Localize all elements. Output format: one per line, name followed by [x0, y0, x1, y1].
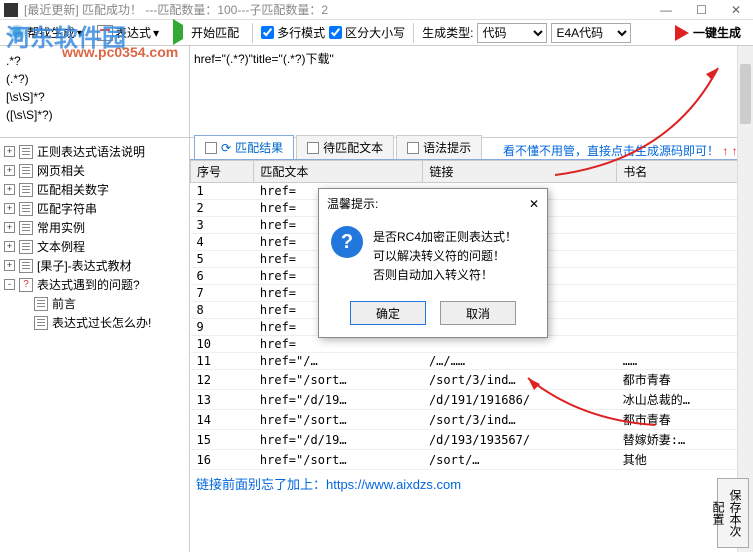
- tree-item[interactable]: +常用实例: [4, 218, 185, 237]
- help-gen-button[interactable]: 帮找生成▾: [4, 21, 88, 44]
- start-match-button[interactable]: 开始匹配: [168, 21, 244, 44]
- doc-icon: [19, 259, 33, 273]
- pattern-snippet[interactable]: (.*?): [6, 72, 183, 86]
- generate-button[interactable]: 一键生成: [667, 24, 749, 41]
- question-icon: ?: [19, 278, 33, 292]
- doc-icon: [34, 297, 48, 311]
- maximize-button[interactable]: ☐: [688, 3, 715, 17]
- column-header[interactable]: 链接: [423, 161, 617, 183]
- table-row[interactable]: 15href="/d/19…/d/193/193567/替嫁娇妻:…: [191, 430, 753, 450]
- column-header[interactable]: 序号: [191, 161, 254, 183]
- expression-button[interactable]: 表达式▾: [92, 21, 164, 44]
- tree-item[interactable]: +网页相关: [4, 161, 185, 180]
- expand-icon[interactable]: +: [4, 222, 15, 233]
- tree-item[interactable]: -?表达式遇到的问题?: [4, 275, 185, 294]
- pattern-snippet[interactable]: ([\s\S]*?): [6, 108, 183, 122]
- doc-icon: [19, 145, 33, 159]
- info-icon: ?: [331, 226, 363, 258]
- dialog-title: 温馨提示:: [327, 195, 378, 212]
- save-config-button[interactable]: 保存本次配置: [717, 478, 749, 548]
- table-row[interactable]: 11href="/…/…/…………: [191, 353, 753, 370]
- separator: [413, 23, 414, 43]
- dialog-close-button[interactable]: ✕: [529, 197, 539, 211]
- expand-icon[interactable]: -: [4, 279, 15, 290]
- table-row[interactable]: 12href="/sort…/sort/3/ind…都市青春: [191, 370, 753, 390]
- expand-icon[interactable]: +: [4, 146, 15, 157]
- play-icon: [173, 19, 183, 45]
- table-row[interactable]: 16href="/sort…/sort/…其他: [191, 450, 753, 470]
- table-header-row: 序号匹配文本链接书名: [191, 161, 753, 183]
- table-row[interactable]: 13href="/d/19…/d/191/191686/冰山总裁的…: [191, 390, 753, 410]
- expand-icon[interactable]: +: [4, 165, 15, 176]
- result-tabs: ⟳ 匹配结果待匹配文本语法提示 看不懂不用管，直接点击生成源码即可！ ↑ ↑ ↑: [190, 138, 753, 160]
- regex-editor[interactable]: href="(.*?)"title="(.*?)下载": [190, 46, 753, 138]
- expand-icon[interactable]: +: [4, 260, 15, 271]
- play-red-icon: [675, 25, 689, 41]
- doc-icon: [19, 202, 33, 216]
- doc-icon: [19, 221, 33, 235]
- tree-item[interactable]: +文本例程: [4, 237, 185, 256]
- column-header[interactable]: 书名: [617, 161, 753, 183]
- expand-icon[interactable]: +: [4, 241, 15, 252]
- tab-icon: [407, 142, 419, 154]
- toolbar: 帮找生成▾ 表达式▾ 开始匹配 多行模式 区分大小写 生成类型: 代码 E4A代…: [0, 20, 753, 46]
- app-icon: [4, 3, 18, 17]
- dialog-message: 是否RC4加密正则表达式！ 可以解决转义符的问题！ 否则自动加入转义符！: [373, 226, 517, 285]
- doc-icon: [19, 164, 33, 178]
- multiline-checkbox[interactable]: 多行模式: [261, 24, 325, 41]
- help-tree: +正则表达式语法说明+网页相关+匹配相关数字+匹配字符串+常用实例+文本例程+[…: [0, 138, 189, 552]
- tab-语法提示[interactable]: 语法提示: [396, 135, 482, 159]
- expand-icon[interactable]: +: [4, 184, 15, 195]
- gear-icon: [9, 25, 25, 41]
- pattern-snippets: .*? (.*?) [\s\S]*? ([\s\S]*?): [0, 46, 189, 138]
- dialog-ok-button[interactable]: 确定: [350, 301, 426, 325]
- expression-icon: [97, 25, 113, 41]
- tree-item[interactable]: +匹配字符串: [4, 199, 185, 218]
- footer-hint: 链接前面别忘了加上：https://www.aixdzs.com: [190, 470, 753, 497]
- expand-icon[interactable]: +: [4, 203, 15, 214]
- separator: [252, 23, 253, 43]
- case-checkbox[interactable]: 区分大小写: [329, 24, 405, 41]
- tab-待匹配文本[interactable]: 待匹配文本: [296, 135, 394, 159]
- window-buttons: — ☐ ✕: [652, 3, 749, 17]
- tab-icon: [307, 142, 319, 154]
- window-title: [最近更新] 匹配成功！ ---匹配数量：100---子匹配数量：2: [24, 1, 328, 18]
- doc-icon: [19, 240, 33, 254]
- minimize-button[interactable]: —: [652, 3, 680, 17]
- tab-匹配结果[interactable]: ⟳ 匹配结果: [194, 135, 294, 159]
- doc-icon: [19, 183, 33, 197]
- gentype-select[interactable]: 代码: [477, 23, 547, 43]
- tab-icon: [205, 142, 217, 154]
- pattern-snippet[interactable]: [\s\S]*?: [6, 90, 183, 104]
- tree-item[interactable]: +正则表达式语法说明: [4, 142, 185, 161]
- tree-item[interactable]: 前言: [4, 294, 185, 313]
- close-button[interactable]: ✕: [723, 3, 749, 17]
- column-header[interactable]: 匹配文本: [254, 161, 423, 183]
- tree-item[interactable]: 表达式过长怎么办!: [4, 313, 185, 332]
- tree-item[interactable]: +[果子]-表达式教材: [4, 256, 185, 275]
- tree-item[interactable]: +匹配相关数字: [4, 180, 185, 199]
- left-panel: .*? (.*?) [\s\S]*? ([\s\S]*?) +正则表达式语法说明+网页…: [0, 46, 190, 552]
- pattern-snippet[interactable]: .*?: [6, 54, 183, 68]
- format-select[interactable]: E4A代码: [551, 23, 631, 43]
- doc-icon: [34, 316, 48, 330]
- table-row[interactable]: 14href="/sort…/sort/3/ind…都市青春: [191, 410, 753, 430]
- dialog-cancel-button[interactable]: 取消: [440, 301, 516, 325]
- table-row[interactable]: 10href=: [191, 336, 753, 353]
- window-titlebar: [最近更新] 匹配成功！ ---匹配数量：100---子匹配数量：2 — ☐ ✕: [0, 0, 753, 20]
- gentype-label: 生成类型:: [422, 24, 473, 41]
- confirm-dialog: 温馨提示: ✕ ? 是否RC4加密正则表达式！ 可以解决转义符的问题！ 否则自动…: [318, 188, 548, 338]
- hint-text: 看不懂不用管，直接点击生成源码即可！ ↑ ↑ ↑: [503, 142, 747, 159]
